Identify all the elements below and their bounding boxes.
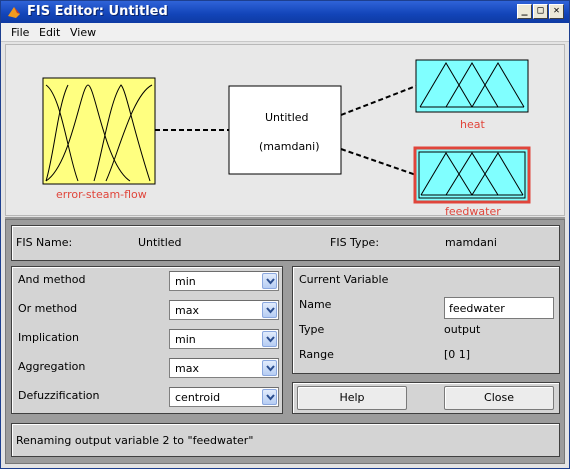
matlab-icon [8, 7, 20, 18]
close-button[interactable]: Close [444, 386, 554, 410]
fis-editor-window: FIS Editor: Untitled _ □ ✕ File Edit Vie… [0, 0, 570, 469]
chevron-down-icon[interactable] [262, 360, 277, 376]
fis-type-value: mamdani [445, 236, 497, 249]
implication-value: min [175, 333, 196, 346]
buttons-box: Help Close [292, 382, 560, 414]
window-title: FIS Editor: Untitled [27, 4, 168, 19]
output1-variable-block[interactable] [415, 59, 529, 113]
chevron-down-icon[interactable] [262, 302, 277, 318]
help-button[interactable]: Help [297, 386, 407, 410]
and-method-value: min [175, 275, 196, 288]
variable-range-label: Range [299, 348, 334, 361]
menu-edit[interactable]: Edit [39, 26, 60, 39]
minimize-button[interactable]: _ [517, 4, 532, 19]
fis-info-box: FIS Name: Untitled FIS Type: mamdani [11, 225, 560, 261]
variable-name-input[interactable]: feedwater [444, 297, 554, 319]
fis-name-label: FIS Name: [16, 236, 73, 249]
methods-box: And method min Or method max Implication… [11, 266, 283, 414]
input-variable-label: error-steam-flow [56, 188, 147, 201]
implication-label: Implication [18, 331, 79, 344]
defuzzification-select[interactable]: centroid [169, 387, 279, 407]
chevron-down-icon[interactable] [262, 331, 277, 347]
or-method-value: max [175, 304, 199, 317]
close-window-button[interactable]: ✕ [549, 4, 564, 19]
fis-type-label: FIS Type: [330, 236, 380, 249]
chevron-down-icon[interactable] [262, 273, 277, 289]
aggregation-label: Aggregation [18, 360, 86, 373]
fis-name-value: Untitled [138, 236, 182, 249]
chevron-down-icon[interactable] [262, 389, 277, 405]
title-bar[interactable]: FIS Editor: Untitled _ □ ✕ [1, 1, 569, 23]
system-type: (mamdani) [259, 140, 320, 153]
variable-type-value: output [444, 323, 481, 336]
or-method-select[interactable]: max [169, 300, 279, 320]
fis-diagram: Untitled (mamdani) error-steam-flow heat… [5, 44, 565, 218]
and-method-label: And method [18, 273, 86, 286]
defuzzification-label: Defuzzification [18, 389, 100, 402]
menu-view[interactable]: View [70, 26, 96, 39]
variable-name-value: feedwater [449, 302, 505, 315]
and-method-select[interactable]: min [169, 271, 279, 291]
input-variable-block[interactable] [42, 77, 156, 185]
status-message: Renaming output variable 2 to "feedwater… [16, 434, 254, 447]
menu-bar: File Edit View [1, 23, 569, 42]
current-variable-heading: Current Variable [299, 273, 389, 286]
system-name: Untitled [265, 111, 309, 124]
aggregation-value: max [175, 362, 199, 375]
output2-connector [340, 148, 417, 176]
status-box: Renaming output variable 2 to "feedwater… [11, 423, 560, 457]
implication-select[interactable]: min [169, 329, 279, 349]
aggregation-select[interactable]: max [169, 358, 279, 378]
menu-file[interactable]: File [11, 26, 29, 39]
variable-type-label: Type [299, 323, 325, 336]
system-block[interactable] [228, 85, 342, 175]
variable-range-value: [0 1] [444, 348, 471, 361]
variable-name-label: Name [299, 298, 332, 311]
properties-panel: FIS Name: Untitled FIS Type: mamdani And… [5, 219, 565, 464]
maximize-button[interactable]: □ [533, 4, 548, 19]
output1-connector [340, 85, 417, 116]
output2-variable-block[interactable] [413, 146, 531, 204]
output1-variable-label: heat [460, 118, 485, 131]
defuzzification-value: centroid [175, 391, 221, 404]
current-variable-box: Current Variable Name feedwater Type out… [292, 266, 560, 374]
or-method-label: Or method [18, 302, 78, 315]
